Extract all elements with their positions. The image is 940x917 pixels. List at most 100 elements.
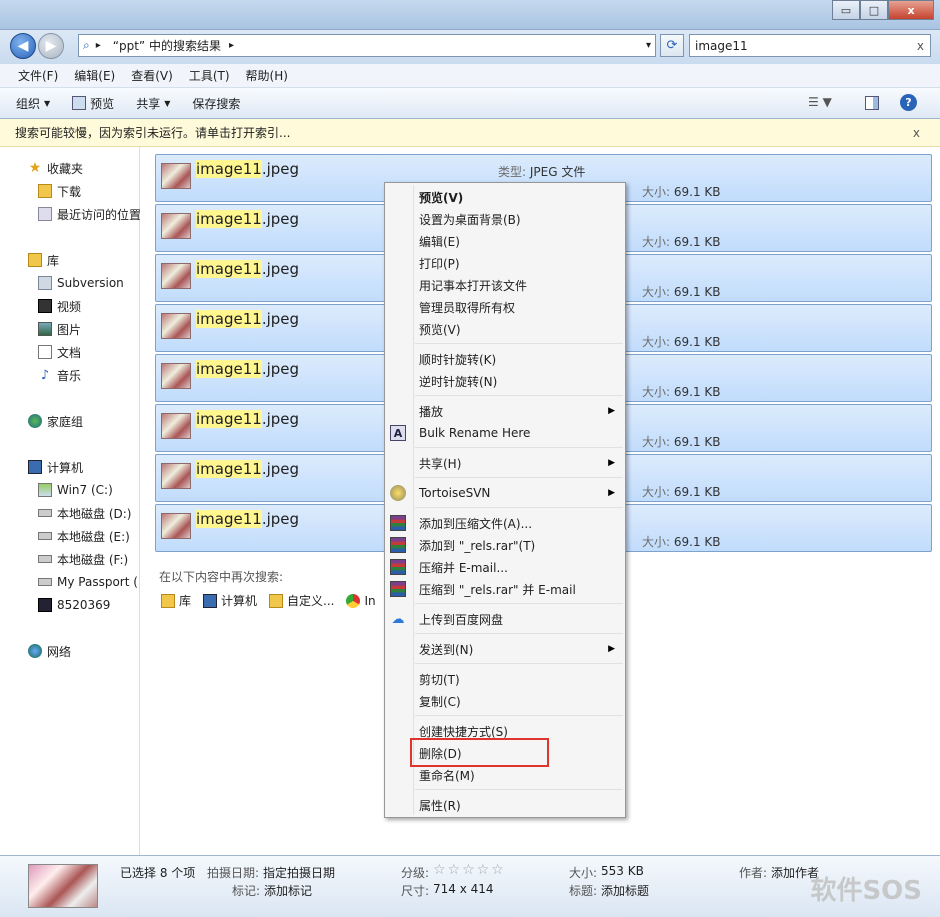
nav-computer[interactable]: 计算机	[28, 457, 83, 477]
ctx-compress-email[interactable]: 压缩并 E-mail...	[419, 557, 508, 577]
nav-drive-d[interactable]: 本地磁盘 (D:)	[38, 503, 131, 523]
tags-value[interactable]: 添加标记	[264, 882, 312, 899]
search-again-custom[interactable]: 自定义...	[269, 592, 334, 609]
ctx-add-to-rels-rar[interactable]: 添加到 "_rels.rar"(T)	[419, 535, 535, 555]
nav-recent[interactable]: 最近访问的位置	[38, 204, 140, 224]
submenu-arrow-icon: ▶	[608, 488, 615, 498]
device-icon	[38, 598, 52, 612]
ctx-upload-baidu[interactable]: 上传到百度网盘	[419, 609, 503, 629]
nav-drive-f[interactable]: 本地磁盘 (F:)	[38, 549, 128, 569]
search-folder-icon: ⌕	[83, 38, 90, 52]
nav-videos[interactable]: 视频	[38, 296, 81, 316]
ctx-tortoise-svn[interactable]: TortoiseSVN	[419, 483, 490, 503]
search-again-internet[interactable]: In	[346, 593, 376, 608]
ctx-set-desktop-background[interactable]: 设置为桌面背景(B)	[419, 209, 521, 229]
nav-my-passport[interactable]: My Passport (	[38, 572, 140, 592]
rating-label: 分级:	[401, 866, 430, 880]
file-name-match: image11	[196, 510, 262, 528]
ctx-rotate-clockwise[interactable]: 顺时针旋转(K)	[419, 349, 496, 369]
image-thumbnail	[161, 513, 191, 539]
search-again-computer[interactable]: 计算机	[203, 592, 257, 609]
file-name-ext: .jpeg	[261, 410, 300, 428]
maximize-button[interactable]: □	[860, 0, 888, 20]
ctx-send-to[interactable]: 发送到(N)	[419, 639, 473, 659]
help-icon[interactable]: ?	[900, 94, 917, 111]
ctx-cut[interactable]: 剪切(T)	[419, 669, 460, 689]
nav-pictures[interactable]: 图片	[38, 319, 81, 339]
file-name: image11.jpeg	[196, 310, 299, 328]
breadcrumb-arrow-icon[interactable]: ▸	[96, 40, 101, 51]
nav-device-8520369[interactable]: 8520369	[38, 595, 110, 615]
minimize-button[interactable]: ▭	[832, 0, 860, 20]
ctx-add-to-archive[interactable]: 添加到压缩文件(A)...	[419, 513, 532, 533]
ctx-play[interactable]: 播放	[419, 401, 443, 421]
file-size-label: 大小:	[642, 435, 671, 449]
preview-button[interactable]: 预览	[72, 95, 114, 112]
share-button[interactable]: 共享 ▼	[136, 95, 170, 112]
nav-music[interactable]: ♪ 音乐	[38, 365, 81, 385]
refresh-button[interactable]: ⟳	[660, 34, 684, 57]
nav-homegroup[interactable]: 家庭组	[28, 411, 83, 431]
title-value[interactable]: 添加标题	[601, 882, 649, 899]
breadcrumb-current[interactable]: “ppt” 中的搜索结果	[113, 37, 221, 54]
nav-documents[interactable]: 文档	[38, 342, 81, 362]
nav-library[interactable]: 库	[28, 250, 59, 270]
ctx-bulk-rename[interactable]: Bulk Rename Here	[419, 423, 530, 443]
search-input[interactable]: image11 x	[689, 34, 931, 57]
preview-pane-icon[interactable]	[865, 96, 879, 110]
nav-downloads[interactable]: 下载	[38, 181, 81, 201]
menu-help[interactable]: 帮助(H)	[238, 67, 296, 84]
drive-icon	[38, 555, 52, 563]
ctx-properties[interactable]: 属性(R)	[419, 795, 461, 815]
file-size: 大小: 69.1 KB	[642, 383, 721, 400]
date-taken-value[interactable]: 指定拍摄日期	[263, 864, 335, 881]
ctx-compress-rels-email[interactable]: 压缩到 "_rels.rar" 并 E-mail	[419, 579, 576, 599]
view-options-icon[interactable]: ☰ ▼	[808, 95, 832, 109]
nav-network[interactable]: 网络	[28, 641, 71, 661]
ctx-rename[interactable]: 重命名(M)	[419, 765, 475, 785]
save-search-button[interactable]: 保存搜索	[192, 95, 240, 112]
file-size: 大小: 69.1 KB	[642, 483, 721, 500]
file-name-ext: .jpeg	[261, 460, 300, 478]
ctx-preview[interactable]: 预览(V)	[419, 319, 461, 339]
file-size: 大小: 69.1 KB	[642, 233, 721, 250]
menu-file[interactable]: 文件(F)	[10, 67, 66, 84]
nav-subversion[interactable]: Subversion	[38, 273, 124, 293]
nav-drive-e[interactable]: 本地磁盘 (E:)	[38, 526, 130, 546]
close-button[interactable]: x	[888, 0, 934, 20]
breadcrumb-arrow-icon[interactable]: ▸	[229, 40, 234, 51]
ctx-rotate-counterclockwise[interactable]: 逆时针旋转(N)	[419, 371, 497, 391]
menu-tools[interactable]: 工具(T)	[181, 67, 238, 84]
menu-view[interactable]: 查看(V)	[123, 67, 181, 84]
file-name-ext: .jpeg	[261, 160, 300, 178]
watermark-text: 软件SOS	[810, 876, 922, 906]
back-button[interactable]: ◀	[10, 33, 36, 59]
ctx-share[interactable]: 共享(H)	[419, 453, 461, 473]
organize-button[interactable]: 组织 ▼	[16, 95, 50, 112]
nav-favorites[interactable]: ★ 收藏夹	[28, 158, 83, 178]
video-icon	[38, 299, 52, 313]
address-field[interactable]: ⌕ ▸ “ppt” 中的搜索结果 ▸ ▾	[78, 34, 656, 57]
ctx-take-ownership[interactable]: 管理员取得所有权	[419, 297, 515, 317]
file-size: 大小: 69.1 KB	[642, 283, 721, 300]
ctx-preview-default[interactable]: 预览(V)	[419, 187, 463, 207]
ctx-open-with-notepad[interactable]: 用记事本打开该文件	[419, 275, 527, 295]
menu-edit[interactable]: 编辑(E)	[66, 67, 123, 84]
nav-device-label: 8520369	[57, 598, 111, 612]
winrar-icon	[390, 559, 406, 575]
ctx-copy[interactable]: 复制(C)	[419, 691, 461, 711]
ctx-edit[interactable]: 编辑(E)	[419, 231, 460, 251]
drive-icon	[38, 509, 52, 517]
ctx-print[interactable]: 打印(P)	[419, 253, 460, 273]
nav-favorites-label: 收藏夹	[47, 161, 84, 176]
author-label: 作者:	[739, 866, 768, 880]
clear-search-icon[interactable]: x	[917, 39, 924, 53]
nav-drive-c[interactable]: Win7 (C:)	[38, 480, 113, 500]
index-info-bar[interactable]: 搜索可能较慢，因为索引未运行。请单击打开索引... x	[0, 119, 940, 147]
info-bar-close-icon[interactable]: x	[913, 126, 920, 140]
rating-stars[interactable]: ☆☆☆☆☆	[433, 862, 506, 878]
address-dropdown-icon[interactable]: ▾	[646, 40, 651, 51]
search-again-library[interactable]: 库	[161, 592, 191, 609]
image-thumbnail	[161, 213, 191, 239]
forward-button[interactable]: ▶	[38, 33, 64, 59]
